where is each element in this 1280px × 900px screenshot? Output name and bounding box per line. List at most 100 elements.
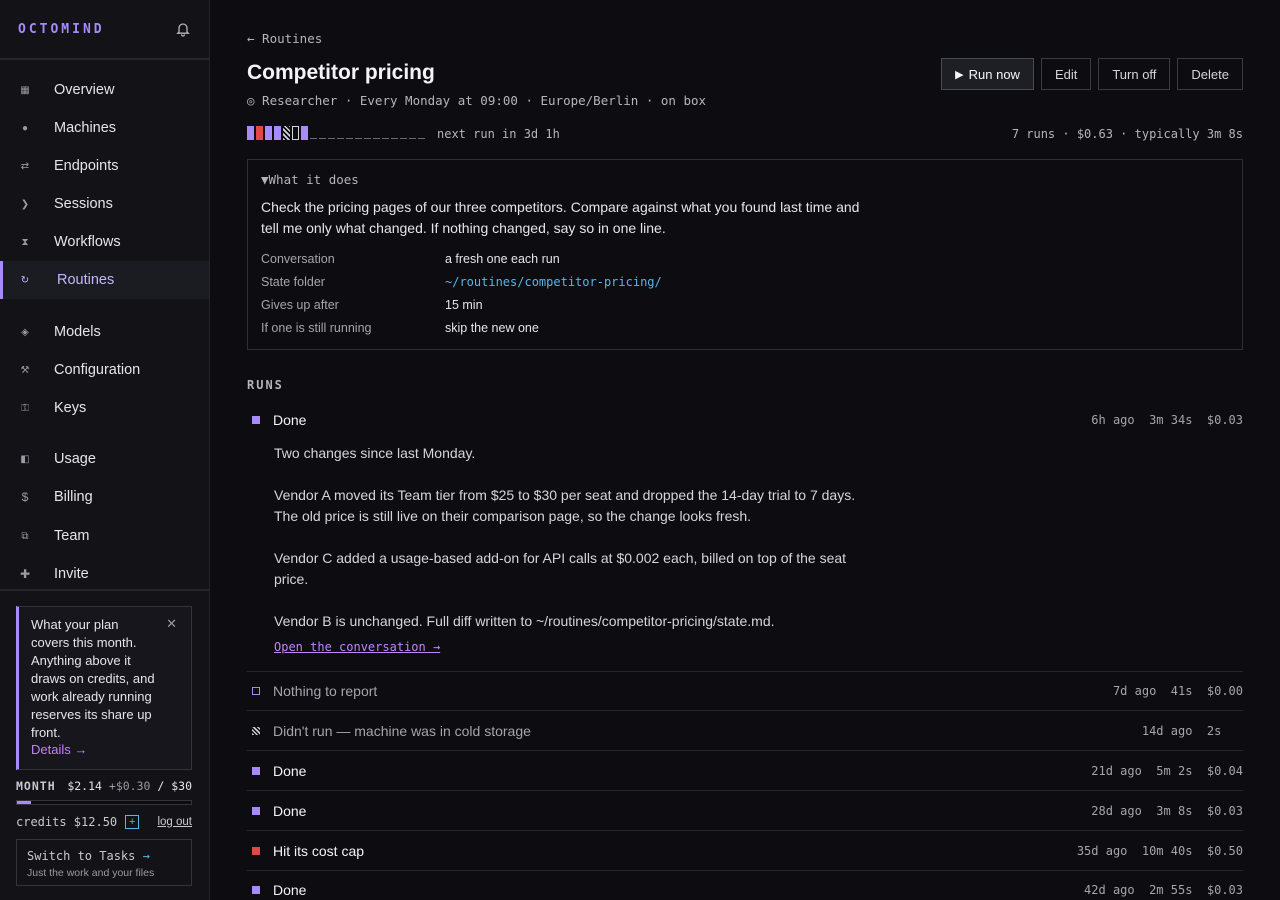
sidebar-item-usage[interactable]: ◧ Usage [0,440,209,478]
arrows-icon: ⇄ [20,160,30,172]
sidebar: OCTOMIND ▦ Overview ● Machines ⇄ Endpoints … [0,0,210,900]
setting-row: State folder ~/routines/competitor-pricin… [261,270,1229,293]
turn-off-button[interactable]: Turn off [1098,58,1171,90]
run-meta: 35d ago 10m 40s $0.50 [1076,844,1243,858]
run-history-cell[interactable] [301,126,308,140]
run-status: Done [273,882,307,898]
brand-logo[interactable]: OCTOMIND [18,22,105,37]
done-status-icon [252,807,260,815]
sidebar-item-configuration[interactable]: ⚒ Configuration [0,351,209,389]
sidebar-item-keys[interactable]: ⚿ Keys [0,389,209,427]
run-meta: 14d ago 2s [1141,724,1243,738]
close-icon[interactable]: ✕ [166,616,177,632]
skipped-status-icon [252,727,260,735]
page-title: Competitor pricing [247,61,435,84]
run-history-cell[interactable] [292,126,299,140]
run-row-header[interactable]: Done 21d ago 5m 2s $0.04 [247,761,1243,781]
what-it-does-toggle[interactable]: ▼What it does [261,172,1229,187]
dollar-icon: $ [21,490,29,504]
run-history-future-slot [337,138,344,139]
run-history-future-slot [382,138,389,139]
sidebar-item-team[interactable]: ⧉ Team [0,517,209,555]
run-history-future-slot [310,138,317,139]
sidebar-item-routines[interactable]: ↻ Routines [0,261,209,299]
switch-to-tasks-button[interactable]: Switch to Tasks → Just the work and your… [16,839,192,886]
plus-icon: ✚ [19,567,31,581]
run-history-cell[interactable] [274,126,281,140]
play-icon: ▶ [955,68,964,81]
switch-title: Switch to Tasks → [27,849,181,863]
plan-tip-details-link[interactable]: Details → [31,742,179,757]
run-history-cell[interactable] [247,126,254,140]
setting-row: Gives up after 15 min [261,293,1229,316]
run-history-future-slot [346,138,353,139]
run-history-cell[interactable] [265,126,272,140]
run-history-future-slot [364,138,371,139]
run-history-future-slot [355,138,362,139]
run-divider [247,710,1243,711]
team-icon: ⧉ [21,530,29,542]
run-row-header[interactable]: Didn't run — machine was in cold storage… [247,721,1243,741]
sidebar-item-invite[interactable]: ✚ Invite [0,555,209,593]
run-now-button[interactable]: ▶ Run now [941,58,1034,90]
run-row-header[interactable]: Nothing to report 7d ago 41s $0.00 [247,681,1243,701]
setting-row: If one is still running skip the new one [261,316,1229,339]
sidebar-item-overview[interactable]: ▦ Overview [0,71,209,109]
logout-link[interactable]: log out [157,816,192,828]
credits-balance: credits $12.50 [16,815,118,829]
done-status-icon [252,886,260,894]
month-values: $2.14 +$0.30 / $30 [67,779,192,793]
setting-key: State folder [261,274,325,289]
sidebar-divider [0,589,209,591]
run-history-future-slot [373,138,380,139]
routine-actions: ▶ Run now Edit Turn off Delete [941,58,1243,90]
run-row-header[interactable]: Done 28d ago 3m 8s $0.03 [247,801,1243,821]
run-status: Didn't run — machine was in cold storage [273,723,531,739]
switch-title-text: Switch to Tasks [27,849,136,863]
state-folder-link[interactable]: ~/routines/competitor-pricing/ [445,275,662,289]
delete-button[interactable]: Delete [1177,58,1243,90]
key-icon: ⚿ [21,402,29,414]
edit-button[interactable]: Edit [1040,58,1092,90]
open-conversation-link[interactable]: Open the conversation → [274,640,440,654]
run-history-future-slot [400,138,407,139]
run-history-cell[interactable] [283,126,290,140]
chevron-right-icon: ❯ [20,198,30,210]
run-status: Done [273,763,307,779]
month-progress-fill [17,801,31,804]
routine-description: Check the pricing pages of our three com… [261,199,860,236]
sidebar-item-models[interactable]: ◈ Models [0,313,209,351]
bell-icon[interactable] [175,21,191,37]
hourglass-icon: ⧗ [21,236,29,248]
run-now-label: Run now [968,66,1020,82]
sidebar-item-workflows[interactable]: ⧗ Workflows [0,223,209,261]
empty-status-icon [252,687,260,695]
add-credits-button[interactable]: + [125,815,140,829]
run-divider [247,790,1243,791]
grid-icon: ▦ [20,84,30,96]
run-history-cell[interactable] [256,126,263,140]
brand-row: OCTOMIND [0,0,209,60]
refresh-icon: ↻ [20,274,30,286]
sidebar-item-machines[interactable]: ● Machines [0,109,209,147]
back-to-routines-link[interactable]: ← Routines [247,31,322,46]
run-meta: 6h ago 3m 34s $0.03 [1091,413,1243,427]
runs-heading: RUNS [247,378,284,392]
run-divider [247,830,1243,831]
sidebar-item-sessions[interactable]: ❯ Sessions [0,185,209,223]
half-square-icon: ◧ [20,453,30,465]
run-row-header[interactable]: Hit its cost cap 35d ago 10m 40s $0.50 [247,841,1243,861]
run-row-header[interactable]: Done 6h ago 3m 34s $0.03 [247,410,1243,430]
run-status: Done [273,412,307,428]
run-row-header[interactable]: Done 42d ago 2m 55s $0.03 [247,880,1243,900]
sidebar-item-billing[interactable]: $ Billing [0,478,209,516]
run-stats: 7 runs · $0.63 · typically 3m 8s [1011,127,1243,141]
sidebar-item-endpoints[interactable]: ⇄ Endpoints [0,147,209,185]
run-divider [247,870,1243,871]
run-history-row: next run in 3d 1h 7 runs · $0.63 · typic… [247,126,1243,142]
setting-value: 15 min [445,297,483,312]
run-output: Two changes since last Monday. Vendor A … [274,443,874,632]
run-divider [247,750,1243,751]
setting-value: a fresh one each run [445,251,560,266]
main-content: ← Routines Competitor pricing ◎ Research… [247,0,1243,900]
